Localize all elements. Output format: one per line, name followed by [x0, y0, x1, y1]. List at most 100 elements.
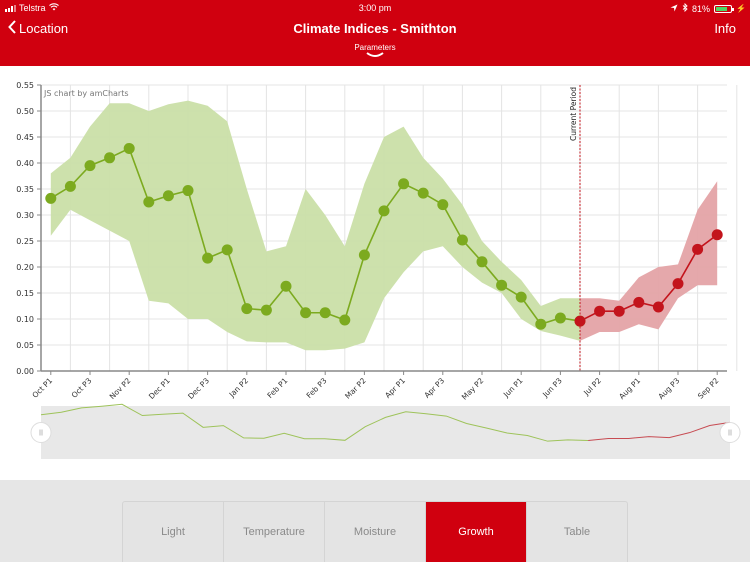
x-tick-label: Jul P2 — [581, 376, 603, 398]
data-point-historic[interactable] — [398, 178, 410, 190]
data-point-forecast[interactable] — [633, 296, 645, 308]
data-point-historic[interactable] — [554, 312, 566, 324]
battery-percent: 81% — [692, 3, 711, 14]
x-tick-label: Apr P1 — [383, 376, 407, 400]
data-point-historic[interactable] — [319, 307, 331, 319]
data-point-historic[interactable] — [417, 187, 429, 199]
navigation-bar: Location Climate Indices - Smithton Info — [0, 18, 750, 40]
tab-label: Temperature — [243, 526, 305, 538]
y-tick-label: 0.40 — [16, 159, 34, 168]
bluetooth-icon — [682, 2, 688, 14]
grip-handle[interactable] — [30, 422, 52, 443]
y-tick-label: 0.30 — [16, 211, 34, 220]
data-point-historic[interactable] — [437, 199, 449, 211]
tab-light[interactable]: Light — [123, 502, 224, 562]
grip-handle[interactable] — [719, 422, 741, 443]
chart-scrollbar — [30, 403, 741, 459]
x-tick-label: Feb P1 — [265, 376, 289, 400]
data-point-historic[interactable] — [339, 314, 351, 326]
data-point-historic[interactable] — [496, 279, 508, 291]
chart-container: Current Period 0.00 0.05 0.10 0.15 0.20 0.25 0… — [0, 66, 750, 480]
data-point-historic[interactable] — [202, 252, 214, 264]
data-point-historic[interactable] — [143, 196, 155, 208]
x-tick-label: Dec P1 — [147, 376, 172, 401]
tab-label: Moisture — [353, 526, 397, 538]
clock: 3:00 pm — [358, 3, 392, 13]
data-point-historic[interactable] — [378, 205, 390, 217]
tab-moisture[interactable]: Moisture — [325, 502, 426, 562]
y-tick-label: 0.35 — [16, 185, 34, 194]
y-tick-label: 0.55 — [16, 81, 34, 90]
x-tick-label: Sep P2 — [696, 376, 721, 401]
data-point-historic[interactable] — [535, 318, 547, 330]
data-point-historic[interactable] — [280, 280, 292, 292]
data-point-forecast[interactable] — [652, 301, 664, 313]
data-point-historic[interactable] — [456, 234, 468, 246]
app-header: Telstra 3:00 pm 81% ⚡ Location Climate I… — [0, 0, 750, 66]
x-tick-label: Nov P2 — [108, 376, 133, 401]
x-tick-label: Jan P2 — [227, 376, 251, 400]
data-point-historic[interactable] — [241, 303, 253, 315]
tab-label: Growth — [458, 526, 494, 538]
y-tick-label: 0.50 — [16, 107, 34, 116]
info-button[interactable]: Info — [714, 21, 736, 36]
tab-label: Table — [563, 526, 591, 538]
y-tick-label: 0.25 — [16, 237, 34, 246]
chevron-down-icon — [366, 52, 384, 57]
x-tick-label: Mar P2 — [343, 376, 368, 401]
tab-bar: Light Temperature Moisture Growth Table — [122, 501, 628, 562]
data-point-forecast[interactable] — [692, 243, 704, 255]
data-point-historic[interactable] — [182, 185, 194, 197]
data-point-historic[interactable] — [515, 291, 527, 303]
tab-temperature[interactable]: Temperature — [224, 502, 325, 562]
data-point-historic[interactable] — [358, 249, 370, 261]
data-point-historic[interactable] — [300, 307, 312, 319]
data-point-historic[interactable] — [45, 192, 57, 204]
x-tick-label: Dec P3 — [186, 376, 211, 401]
y-tick-label: 0.45 — [16, 133, 34, 142]
tab-growth[interactable]: Growth — [426, 502, 527, 562]
data-point-historic[interactable] — [84, 160, 96, 172]
data-point-forecast[interactable] — [711, 229, 723, 241]
data-point-historic[interactable] — [64, 180, 76, 192]
page-title: Climate Indices - Smithton — [293, 21, 457, 36]
parameters-toggle[interactable]: Parameters — [0, 43, 750, 58]
data-point-historic[interactable] — [260, 304, 272, 316]
y-tick-label: 0.00 — [16, 367, 34, 376]
scrollbar-track[interactable] — [41, 406, 730, 459]
data-point-forecast[interactable] — [574, 315, 586, 327]
chart-credit[interactable]: JS chart by amCharts — [43, 89, 129, 98]
bottom-panel: Light Temperature Moisture Growth Table — [0, 480, 750, 562]
data-point-forecast[interactable] — [613, 305, 625, 317]
data-point-historic[interactable] — [162, 190, 174, 202]
tab-label: Light — [161, 526, 185, 538]
growth-chart[interactable]: Current Period 0.00 0.05 0.10 0.15 0.20 0.25 0… — [0, 66, 750, 480]
tab-table[interactable]: Table — [527, 502, 627, 562]
status-bar: Telstra 3:00 pm 81% ⚡ — [0, 0, 750, 15]
data-point-forecast[interactable] — [594, 305, 606, 317]
data-point-historic[interactable] — [221, 244, 233, 256]
x-tick-label: May P2 — [460, 376, 486, 402]
parameters-label: Parameters — [354, 43, 396, 52]
battery-icon — [714, 4, 735, 13]
y-tick-label: 0.20 — [16, 263, 34, 272]
data-point-historic[interactable] — [123, 142, 135, 154]
guide-label: Current Period — [569, 87, 578, 141]
location-arrow-icon — [670, 4, 678, 14]
y-tick-label: 0.15 — [16, 289, 34, 298]
y-tick-label: 0.10 — [16, 315, 34, 324]
x-tick-label: Oct P1 — [30, 376, 54, 400]
data-point-forecast[interactable] — [672, 278, 684, 290]
x-tick-label: Aug P3 — [656, 376, 681, 401]
scrollbar-left-grip[interactable] — [30, 422, 52, 443]
x-tick-label: Jun P3 — [540, 376, 564, 400]
x-tick-label: Aug P1 — [617, 376, 642, 401]
y-tick-label: 0.05 — [16, 341, 34, 350]
x-tick-label: Jun P1 — [501, 376, 525, 400]
data-point-historic[interactable] — [104, 152, 116, 164]
charging-icon: ⚡ — [736, 4, 746, 13]
scrollbar-right-grip[interactable] — [719, 422, 741, 443]
x-tick-label: Oct P3 — [70, 376, 94, 400]
x-tick-label: Apr P3 — [422, 376, 446, 400]
data-point-historic[interactable] — [476, 256, 488, 268]
